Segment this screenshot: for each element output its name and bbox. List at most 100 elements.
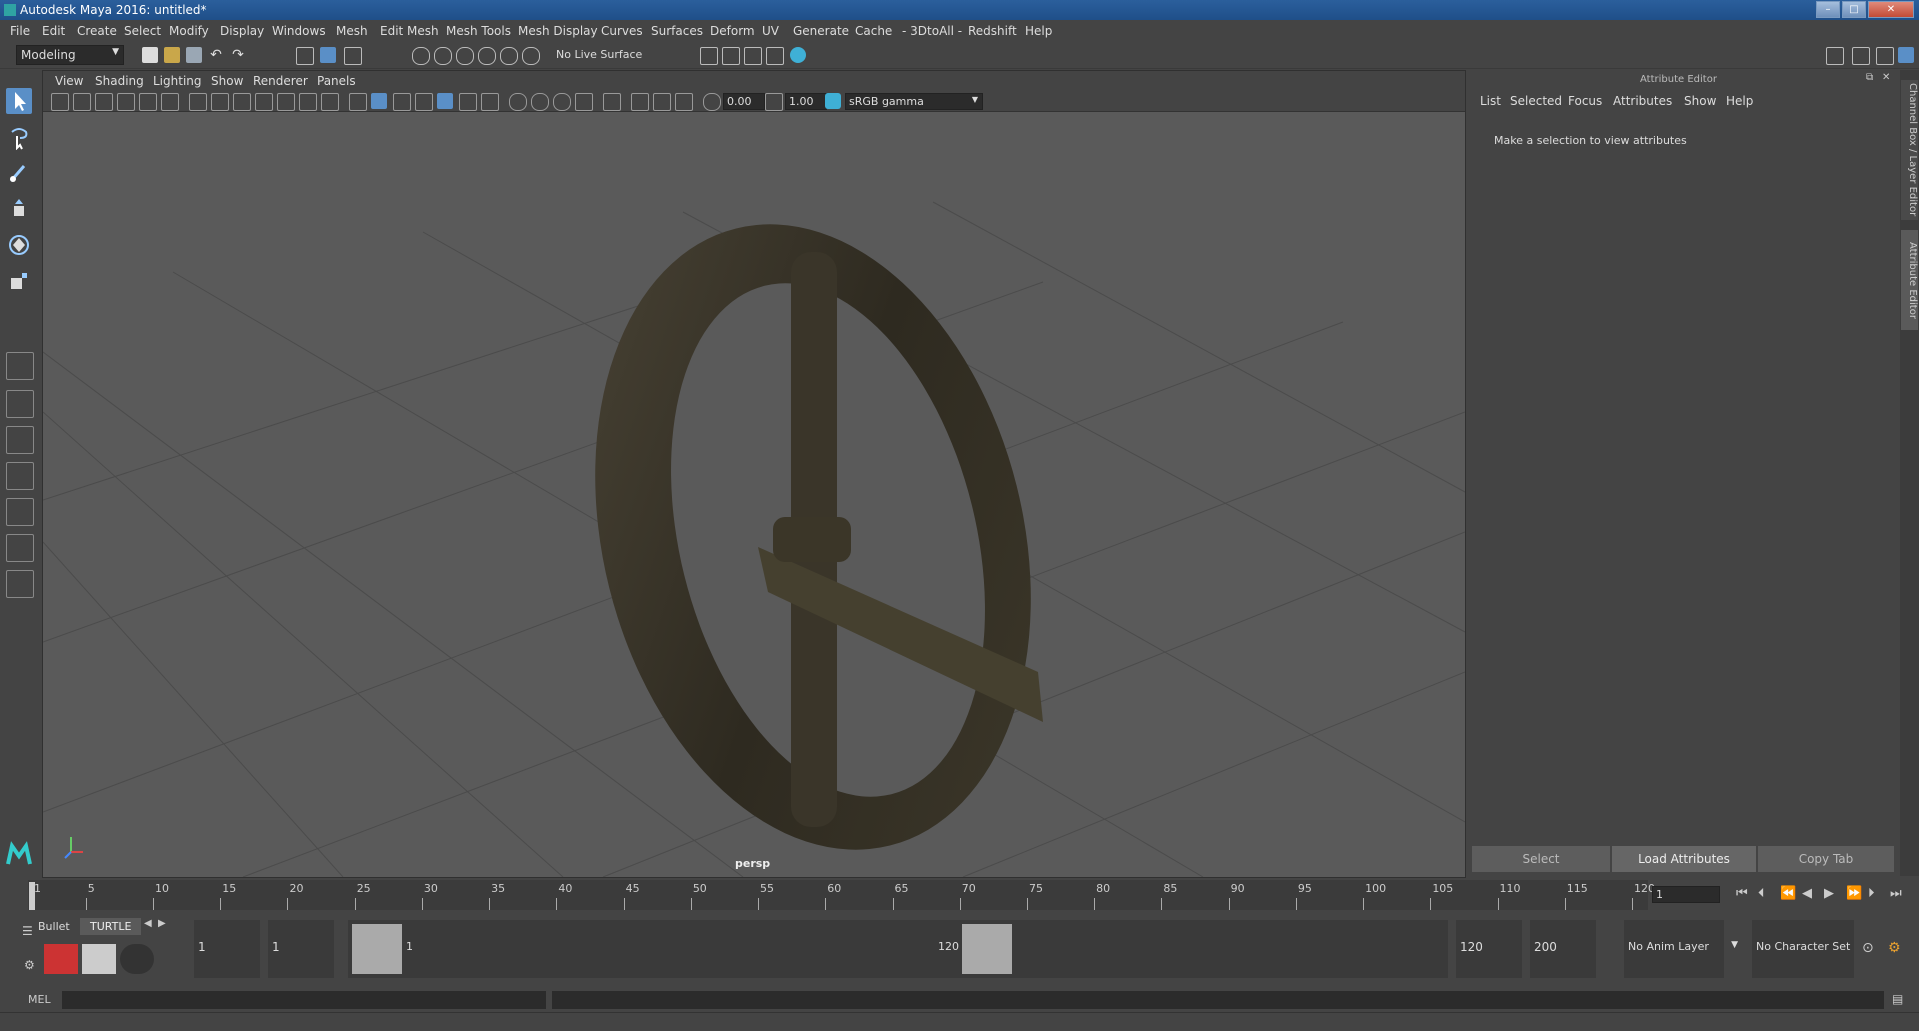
layout-single-pane-icon[interactable]	[6, 352, 34, 380]
shelf-scroll-right-icon[interactable]: ▶	[158, 918, 166, 929]
viewport-scene[interactable]	[43, 112, 1465, 877]
start-range-field[interactable]: 1	[268, 920, 334, 978]
menu-mesh[interactable]: Mesh	[336, 24, 368, 38]
range-start-handle[interactable]	[352, 924, 402, 974]
step-back-key-icon[interactable]: ⏪	[1780, 886, 1796, 901]
range-bar[interactable]: 1 120	[348, 920, 1448, 978]
snap-grid-icon[interactable]	[412, 47, 430, 65]
go-to-end-icon[interactable]: ⏭	[1890, 886, 1902, 901]
end-range-field[interactable]: 120	[1456, 920, 1522, 978]
turtle-sphere-icon[interactable]	[120, 944, 154, 974]
layout-outliner-icon[interactable]	[6, 462, 34, 490]
close-panel-icon[interactable]: ✕	[1882, 72, 1890, 83]
select-by-object-icon[interactable]	[320, 47, 336, 63]
end-anim-field[interactable]: 200	[1530, 920, 1596, 978]
smooth-shade-icon[interactable]	[371, 93, 387, 109]
xray-joints-icon[interactable]	[653, 93, 671, 111]
open-scene-icon[interactable]	[164, 47, 180, 63]
modeling-toolkit-icon[interactable]	[1826, 47, 1844, 65]
menu-3dtoall[interactable]: - 3DtoAll -	[902, 24, 962, 38]
layout-custom-icon[interactable]	[6, 570, 34, 598]
current-frame-field[interactable]: 1	[1652, 886, 1720, 903]
film-gate-icon[interactable]	[211, 93, 229, 111]
bookmark-icon[interactable]	[95, 93, 113, 111]
attribute-editor-toggle-icon[interactable]	[1852, 47, 1870, 65]
viewport-panel[interactable]: View Shading Lighting Show Renderer Pane…	[42, 70, 1466, 878]
snap-live-icon[interactable]	[500, 47, 518, 65]
menu-create[interactable]: Create	[77, 24, 117, 38]
turtle-bake-icon[interactable]	[82, 944, 116, 974]
snap-magnet-icon[interactable]	[522, 47, 540, 65]
attr-menu-help[interactable]: Help	[1726, 94, 1753, 108]
shelf-settings-icon[interactable]: ⚙	[24, 958, 35, 972]
gamma-field[interactable]: 1.00	[785, 93, 827, 110]
gate-mask-icon[interactable]	[255, 93, 273, 111]
menu-modify[interactable]: Modify	[169, 24, 209, 38]
select-by-hierarchy-icon[interactable]	[296, 47, 314, 65]
current-time-indicator[interactable]	[29, 882, 35, 910]
snap-view-plane-icon[interactable]	[478, 47, 496, 65]
script-editor-icon[interactable]: ▤	[1892, 992, 1903, 1006]
copy-tab-button[interactable]: Copy Tab	[1758, 846, 1894, 872]
float-panel-icon[interactable]: ⧉	[1866, 72, 1873, 83]
menu-windows[interactable]: Windows	[272, 24, 326, 38]
tool-settings-icon[interactable]	[1876, 47, 1894, 65]
layout-graph-icon[interactable]	[6, 498, 34, 526]
hypershade-icon[interactable]	[766, 47, 784, 65]
channel-box-toggle-icon[interactable]	[1898, 47, 1914, 63]
snap-curve-icon[interactable]	[434, 47, 452, 65]
wireframe-icon[interactable]	[349, 93, 367, 111]
screen-space-ao-icon[interactable]	[509, 93, 527, 111]
menu-deform[interactable]: Deform	[710, 24, 755, 38]
menu-edit-mesh[interactable]: Edit Mesh	[380, 24, 439, 38]
snap-point-icon[interactable]	[456, 47, 474, 65]
menu-set-dropdown[interactable]: Modeling ▼	[16, 45, 124, 65]
safe-title-icon[interactable]	[321, 93, 339, 111]
xray-components-icon[interactable]	[675, 93, 693, 111]
exposure-icon[interactable]	[703, 93, 721, 111]
attr-menu-attributes[interactable]: Attributes	[1613, 94, 1672, 108]
step-forward-frame-icon[interactable]: ⏵	[1868, 886, 1875, 901]
menu-generate[interactable]: Generate	[793, 24, 849, 38]
attr-menu-selected[interactable]: Selected	[1510, 94, 1562, 108]
time-slider[interactable]: 1 5 10 15 20 25 30 35 40 45 50 55 60 65 70 75 80 85 90 95 10…	[0, 878, 1919, 914]
menu-edit[interactable]: Edit	[42, 24, 65, 38]
select-by-component-icon[interactable]	[344, 47, 362, 65]
scale-tool-icon[interactable]	[6, 268, 32, 294]
viewport-menu-renderer[interactable]: Renderer	[253, 74, 308, 88]
ipr-render-icon[interactable]	[722, 47, 740, 65]
undo-icon[interactable]: ↶	[208, 47, 224, 63]
attr-menu-list[interactable]: List	[1480, 94, 1501, 108]
menu-mesh-tools[interactable]: Mesh Tools	[446, 24, 511, 38]
viewport-menu-view[interactable]: View	[55, 74, 83, 88]
menu-cache[interactable]: Cache	[855, 24, 892, 38]
grid-toggle-icon[interactable]	[189, 93, 207, 111]
menu-help[interactable]: Help	[1025, 24, 1052, 38]
menu-display[interactable]: Display	[220, 24, 264, 38]
render-settings-icon[interactable]	[744, 47, 762, 65]
motion-blur-icon[interactable]	[531, 93, 549, 111]
auto-key-icon[interactable]: ⊙	[1862, 940, 1874, 956]
gamma-icon[interactable]	[765, 93, 783, 111]
render-view-icon[interactable]	[790, 47, 806, 63]
start-anim-field[interactable]: 1	[194, 920, 260, 978]
field-chart-icon[interactable]	[277, 93, 295, 111]
character-set-dropdown[interactable]: No Character Set	[1752, 920, 1854, 978]
shelf-scroll-left-icon[interactable]: ◀	[144, 918, 152, 929]
menu-surfaces[interactable]: Surfaces	[651, 24, 703, 38]
shelf-tab-bullet[interactable]: Bullet	[38, 920, 70, 933]
shelf-tab-turtle[interactable]: TURTLE	[80, 918, 142, 935]
step-forward-key-icon[interactable]: ⏩	[1846, 886, 1862, 901]
grease-pencil-icon[interactable]	[161, 93, 179, 111]
color-management-icon[interactable]	[825, 93, 841, 109]
select-button[interactable]: Select	[1472, 846, 1610, 872]
turtle-render-icon[interactable]	[44, 944, 78, 974]
play-forwards-icon[interactable]: ▶	[1824, 886, 1834, 901]
layout-four-pane-icon[interactable]	[6, 390, 34, 418]
move-tool-icon[interactable]	[6, 196, 32, 222]
use-all-lights-icon[interactable]	[459, 93, 477, 111]
maximize-button[interactable]: □	[1842, 1, 1866, 18]
safe-action-icon[interactable]	[299, 93, 317, 111]
menu-redshift[interactable]: Redshift	[968, 24, 1017, 38]
select-tool-icon[interactable]	[6, 88, 32, 114]
